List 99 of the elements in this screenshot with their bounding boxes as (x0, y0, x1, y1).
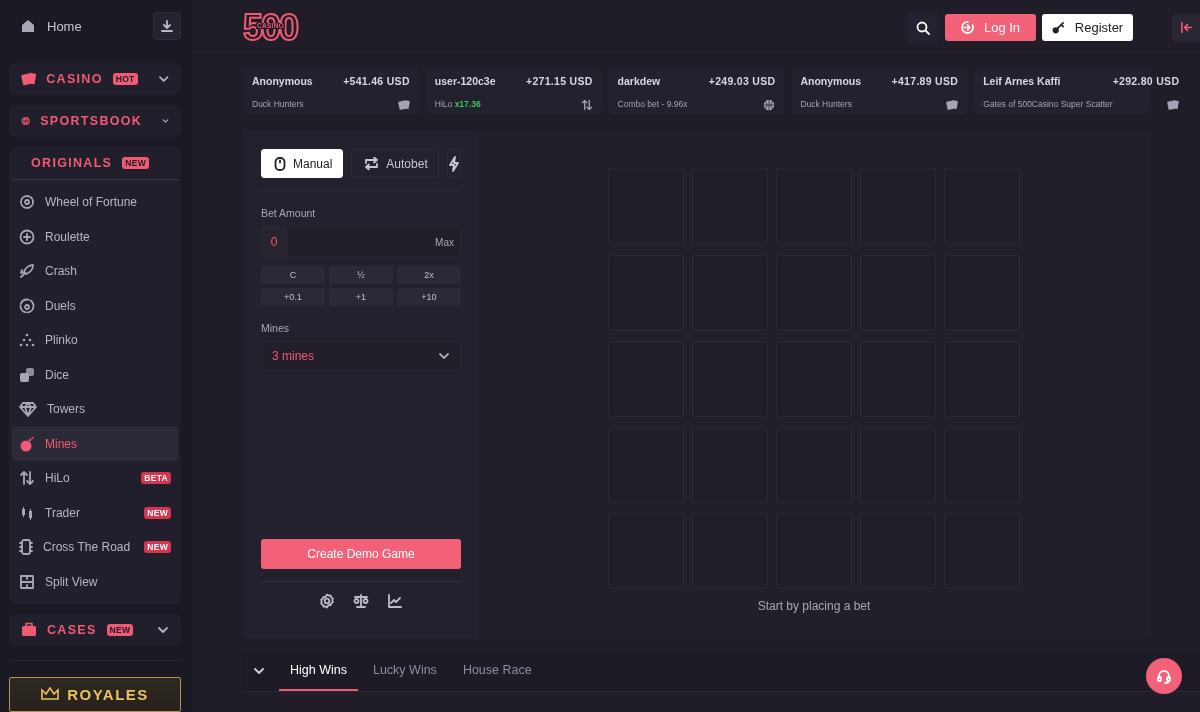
game-menu-item[interactable]: Cross The Road NEW (12, 529, 178, 565)
collapse-button[interactable] (1172, 13, 1200, 42)
item-badge: NEW (144, 506, 171, 519)
section-badge: HOT (112, 72, 138, 85)
repeat-icon (364, 157, 380, 170)
item-badge: NEW (144, 541, 171, 553)
field-label: Mines (261, 322, 290, 334)
section-header[interactable]: CASES NEW (9, 613, 181, 646)
cards-icon (1167, 98, 1180, 111)
rocket-icon (19, 263, 35, 279)
section-title: CASINO (46, 71, 103, 86)
section-header[interactable]: ORIGINALS NEW (12, 146, 178, 180)
cards-icon (21, 70, 37, 87)
split-view-icon (19, 573, 35, 590)
chart-icon[interactable] (387, 593, 403, 609)
quick-bet-button[interactable]: +10 (397, 288, 461, 306)
quick-bet-button[interactable]: +1 (329, 288, 393, 306)
game-name: Duck Hunters (800, 98, 853, 111)
basketball-icon (763, 98, 776, 111)
candles-icon (19, 504, 35, 521)
section-badge: NEW (122, 156, 149, 169)
register-button[interactable]: Register (1042, 14, 1133, 41)
wins-tab[interactable]: High Wins (279, 651, 358, 691)
game-menu-item[interactable]: Mines (12, 426, 178, 461)
search-icon (916, 20, 930, 35)
board-message: Start by placing a bet (757, 599, 871, 613)
winner-name: darkdew (617, 75, 662, 89)
lightning-icon (447, 155, 460, 172)
bet-amount-field[interactable]: 0 Max (261, 226, 461, 258)
game-menu-item[interactable]: Roulette (12, 219, 178, 254)
section-title: ORIGINALS (31, 155, 113, 170)
game-name: Gates of 500Casino Super Scatter (983, 98, 1113, 111)
section-header[interactable]: CASINO HOT (9, 62, 181, 95)
win-amount: +541.46 USD (343, 75, 410, 89)
game-menu-item[interactable]: Crash (12, 253, 178, 289)
game-menu-item[interactable]: Plinko (12, 322, 178, 358)
quick-bet-button[interactable]: 2x (397, 266, 461, 284)
item-badge: BETA (141, 472, 171, 484)
winner-name: Leif Arnes Kaffi (983, 75, 1062, 89)
home-icon (21, 19, 35, 34)
game-menu-item[interactable]: Dice (12, 357, 178, 392)
wheel-icon (19, 194, 35, 210)
win-amount: +271.15 USD (525, 75, 593, 89)
game-name: HiLo x17.36 (434, 98, 482, 111)
winner-name: Anonymous (800, 75, 863, 89)
home-link[interactable]: Home (47, 18, 141, 34)
diamond-icon (19, 401, 37, 417)
chevron-icon (253, 665, 265, 677)
section-title: CASES (47, 622, 97, 637)
win-amount: +249.03 USD (708, 75, 776, 89)
bet-mode-tab[interactable]: Manual (261, 149, 344, 178)
section-badge: NEW (106, 623, 134, 636)
game-menu-item[interactable]: Trader NEW (12, 495, 178, 530)
search-button[interactable] (907, 11, 939, 44)
scale-icon[interactable] (353, 593, 369, 609)
game-menu-item[interactable]: HiLo BETA (12, 460, 178, 496)
chevron-icon (438, 350, 450, 362)
game-menu-item[interactable]: Split View (12, 564, 178, 599)
quick-bet-button[interactable]: C (261, 266, 325, 284)
traffic-light-icon (19, 539, 33, 555)
collapse-icon (1179, 21, 1193, 34)
briefcase-icon (21, 621, 37, 638)
game-menu-item[interactable]: Towers (12, 391, 178, 427)
quick-bet-button[interactable]: +0.1 (261, 288, 325, 306)
instant-bet-button[interactable] (446, 149, 461, 178)
quick-bet-button[interactable]: ½ (329, 266, 393, 284)
bomb-icon (19, 435, 35, 452)
cards-icon (397, 98, 410, 111)
headset-icon (1156, 668, 1172, 684)
settings-icon[interactable] (319, 593, 335, 609)
mines-dropdown[interactable]: 3 mines (261, 341, 461, 371)
section-title: SPORTSBOOK (40, 113, 143, 128)
field-label: Bet Amount (261, 207, 317, 219)
bet-mode-tab[interactable]: Autobet (351, 149, 439, 178)
key-icon (1051, 21, 1065, 34)
winner-name: user-120c3e (434, 75, 497, 89)
dots-icon (19, 332, 35, 348)
mouse-icon (274, 156, 286, 171)
download-button[interactable] (153, 12, 181, 41)
win-amount: +292.80 USD (1112, 75, 1180, 89)
wins-tab[interactable]: House Race (451, 651, 543, 691)
roulette-icon (19, 228, 35, 245)
section-header[interactable]: SPORTSBOOK (9, 104, 181, 137)
game-name: Combo bet - 9.96x (617, 98, 689, 111)
winner-name: Anonymous (252, 75, 314, 89)
download-icon (161, 20, 173, 33)
game-menu-item[interactable]: Wheel of Fortune (12, 184, 178, 220)
login-icon (960, 21, 974, 34)
wins-tab[interactable]: Lucky Wins (361, 651, 448, 691)
royales-button[interactable]: ROYALES (9, 676, 181, 712)
dice-icon (19, 366, 35, 383)
crown-icon (41, 687, 60, 702)
game-menu-item[interactable]: Duels (12, 288, 178, 323)
win-amount: +417.89 USD (891, 75, 959, 89)
arrows-icon (19, 470, 35, 486)
arrows-icon (580, 98, 593, 111)
timer-icon (19, 297, 35, 314)
cards-icon (946, 98, 959, 111)
game-name: Duck Hunters (252, 98, 305, 111)
